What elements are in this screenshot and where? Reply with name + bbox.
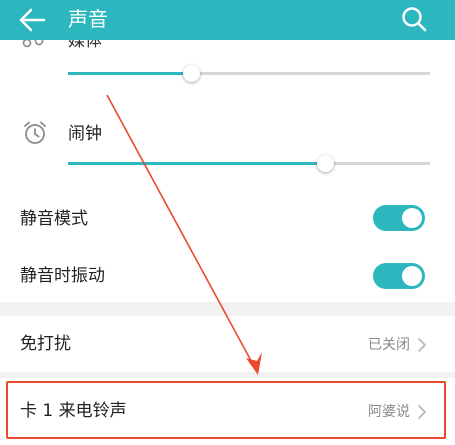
media-volume-fill bbox=[68, 72, 192, 75]
alarm-volume-thumb[interactable] bbox=[317, 155, 335, 172]
search-icon[interactable] bbox=[400, 5, 428, 33]
alarm-clock-icon bbox=[24, 121, 46, 144]
silent-mode-toggle-knob bbox=[402, 208, 422, 228]
media-label-wrap: 媒体 bbox=[68, 40, 148, 54]
vibrate-silent-toggle[interactable] bbox=[373, 263, 425, 289]
app-bar: 声音 bbox=[0, 0, 455, 40]
music-note-icon bbox=[22, 40, 44, 48]
alarm-volume-fill bbox=[68, 162, 326, 165]
alarm-volume-slider[interactable] bbox=[68, 155, 430, 172]
annotation-highlight-box bbox=[6, 381, 446, 439]
section-divider bbox=[0, 302, 455, 316]
media-label: 媒体 bbox=[68, 40, 102, 51]
silent-mode-label: 静音模式 bbox=[20, 209, 88, 229]
dnd-label: 免打扰 bbox=[20, 334, 71, 354]
page-title: 声音 bbox=[68, 7, 108, 31]
alarm-label: 闹钟 bbox=[68, 124, 102, 144]
vibrate-silent-label: 静音时振动 bbox=[20, 266, 105, 286]
dnd-row[interactable]: 免打扰 已关闭 bbox=[0, 316, 455, 372]
silent-mode-toggle[interactable] bbox=[373, 205, 425, 231]
media-volume-thumb[interactable] bbox=[183, 65, 201, 82]
back-arrow-icon[interactable] bbox=[18, 7, 46, 33]
chevron-right-icon bbox=[418, 338, 426, 352]
vibrate-silent-toggle-knob bbox=[402, 266, 422, 286]
dnd-value: 已关闭 bbox=[368, 337, 410, 353]
media-volume-slider[interactable] bbox=[68, 65, 430, 82]
